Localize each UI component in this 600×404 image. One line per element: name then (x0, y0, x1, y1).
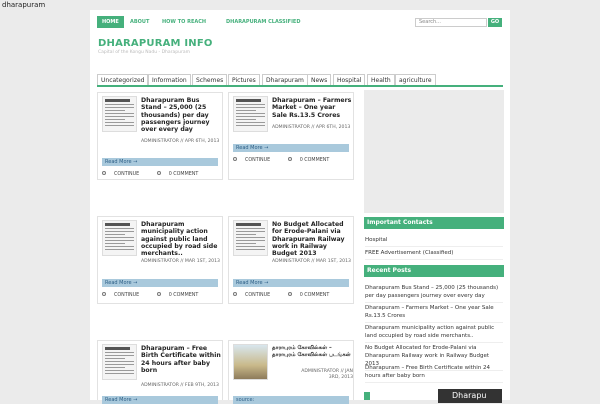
continue-link[interactable]: CONTINUE (102, 171, 147, 177)
post-footer: CONTINUE 0 COMMENT (102, 292, 218, 298)
post-title[interactable]: Dharapuram municipality action against p… (141, 221, 221, 257)
cat-hospital[interactable]: Hospital (333, 74, 366, 85)
category-navigation: Uncategorized Information Schemes Pictur… (97, 74, 503, 87)
post-footer: CONTINUE 0 COMMENT (233, 157, 349, 163)
nav-classified[interactable]: DHARAPURAM CLASSIFIED (221, 16, 306, 28)
post-thumbnail[interactable] (102, 220, 137, 256)
cat-dharapuram[interactable]: Dharapuram (262, 74, 308, 85)
post-thumbnail[interactable] (233, 96, 268, 132)
read-more-link[interactable]: Read More → (102, 396, 218, 404)
cat-schemes[interactable]: Schemes (192, 74, 228, 85)
post-title[interactable]: Dharapuram Bus Stand – 25,000 (25 thousa… (141, 97, 221, 133)
post-title[interactable]: No Budget Allocated for Erode-Palani via… (272, 221, 352, 257)
comment-icon (156, 171, 161, 175)
post-card: Dharapuram – Farmers Market – One year S… (228, 92, 354, 180)
post-card: Dharapuram Bus Stand – 25,000 (25 thousa… (97, 92, 223, 180)
post-meta: ADMINISTRATOR // FEB 9TH, 2013 (141, 383, 219, 388)
continue-icon (233, 292, 237, 296)
top-navigation: HOME ABOUT HOW TO REACH DHARAPURAM CLASS… (97, 16, 503, 28)
post-thumbnail[interactable] (102, 344, 137, 380)
continue-link[interactable]: CONTINUE (102, 292, 147, 298)
recent-post-link[interactable]: Dharapuram Bus Stand – 25,000 (25 thousa… (365, 284, 503, 303)
continue-link[interactable]: CONTINUE (233, 292, 278, 298)
read-more-link[interactable]: Read More → (233, 279, 349, 287)
post-thumbnail[interactable] (233, 344, 268, 380)
search-button[interactable]: GO (488, 18, 502, 27)
post-title[interactable]: Dharapuram – Free Birth Certificate with… (141, 345, 221, 374)
post-card: No Budget Allocated for Erode-Palani via… (228, 216, 354, 304)
cat-pictures[interactable]: Pictures (228, 74, 260, 85)
cat-agriculture[interactable]: agriculture (395, 74, 436, 85)
post-title[interactable]: தாராபுரம் கோவில்கள் – தாராபுரம் கோவில்கள… (272, 345, 352, 359)
continue-icon (233, 157, 237, 161)
read-more-link[interactable]: Read More → (233, 144, 349, 152)
cat-uncategorized[interactable]: Uncategorized (97, 74, 149, 85)
site-title[interactable]: DHARAPURAM INFO (98, 38, 213, 49)
site-label: dharapuram (2, 1, 46, 9)
comment-icon (287, 292, 292, 296)
read-more-link[interactable]: Read More → (102, 279, 218, 287)
post-meta: ADMINISTRATOR // MAR 1ST, 2013 (141, 259, 220, 264)
cat-news[interactable]: News (307, 74, 332, 85)
advertisement-box (364, 90, 504, 213)
post-footer: CONTINUE 0 COMMENT (102, 171, 218, 177)
post-card: தாராபுரம் கோவில்கள் – தாராபுரம் கோவில்கள… (228, 340, 354, 404)
comment-link[interactable]: 0 COMMENT (287, 292, 338, 298)
recent-post-link[interactable]: Dharapuram municipality action against p… (365, 324, 503, 343)
post-card: Dharapuram – Free Birth Certificate with… (97, 340, 223, 404)
comment-link[interactable]: 0 COMMENT (287, 157, 338, 163)
widget-heading-contacts: Important Contacts (364, 217, 504, 229)
comment-link[interactable]: 0 COMMENT (156, 171, 207, 177)
widget-heading-recent-posts: Recent Posts (364, 265, 504, 277)
post-footer: CONTINUE 0 COMMENT (233, 292, 349, 298)
post-thumbnail[interactable] (233, 220, 268, 256)
post-meta: ADMINISTRATOR // APR 6TH, 2013 (141, 139, 220, 144)
sidebar-thumbnail[interactable]: Dharapu (438, 389, 502, 403)
sidebar-link-free-advertisement[interactable]: FREE Advertisement (Classified) (365, 249, 503, 260)
post-thumbnail[interactable] (102, 96, 137, 132)
sidebar-link-hospital[interactable]: Hospital (365, 236, 503, 247)
recent-post-link[interactable]: Dharapuram – Farmers Market – One year S… (365, 304, 503, 323)
post-meta: ADMINISTRATOR // APR 6TH, 2013 (272, 125, 351, 130)
site-tagline: Capital of the Kongu Nadu - Dharapuram (98, 50, 190, 55)
continue-icon (102, 292, 106, 296)
recent-post-link[interactable]: Dharapuram – Free Birth Certificate with… (365, 364, 503, 383)
nav-how-to-reach[interactable]: HOW TO REACH (157, 16, 211, 28)
post-card: Dharapuram municipality action against p… (97, 216, 223, 304)
read-more-link[interactable]: Read More → (102, 158, 218, 166)
post-title[interactable]: Dharapuram – Farmers Market – One year S… (272, 97, 352, 119)
post-meta: ADMINISTRATOR // MAR 1ST, 2013 (272, 259, 351, 264)
search-input[interactable]: Search... (415, 18, 487, 27)
nav-home[interactable]: HOME (97, 16, 124, 28)
continue-icon (102, 171, 106, 175)
nav-about[interactable]: ABOUT (125, 16, 154, 28)
comment-icon (287, 157, 292, 161)
cat-health[interactable]: Health (367, 74, 395, 85)
widget-heading-next (364, 392, 370, 400)
comment-icon (156, 292, 161, 296)
read-more-link[interactable]: source: (233, 396, 349, 404)
cat-information[interactable]: Information (148, 74, 191, 85)
continue-link[interactable]: CONTINUE (233, 157, 278, 163)
post-meta: ADMINISTRATOR // JAN 3RD, 2013 (301, 369, 353, 381)
comment-link[interactable]: 0 COMMENT (156, 292, 207, 298)
